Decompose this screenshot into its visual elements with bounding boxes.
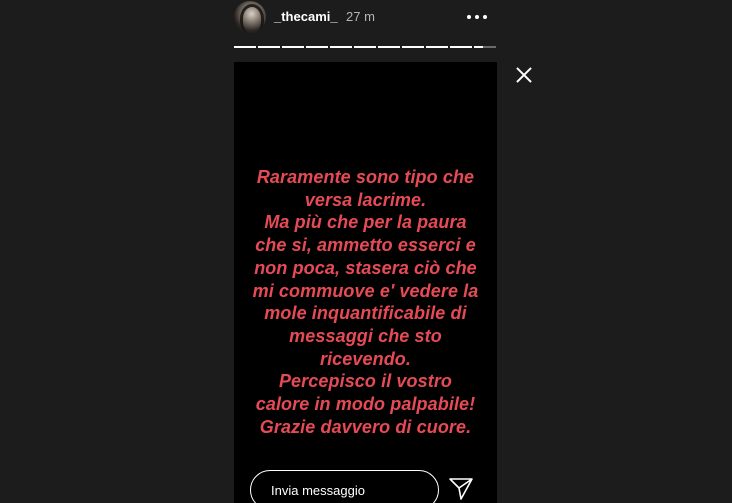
story-line: Grazie davvero di cuore.: [259, 416, 472, 437]
story-line: calore in modo palpabile!: [255, 394, 476, 415]
progress-segment: [354, 46, 376, 48]
story-progress-bar: [234, 46, 496, 49]
progress-segment: [306, 46, 328, 48]
story-line: mi commuove e' vedere la: [252, 280, 479, 301]
close-icon[interactable]: [512, 63, 536, 87]
story-frame[interactable]: Raramente sono tipo che versa lacrime. M…: [234, 62, 497, 503]
story-line: non poca, stasera ciò che: [254, 257, 477, 278]
story-line: ricevendo.: [319, 348, 412, 369]
send-icon[interactable]: [448, 476, 474, 502]
progress-segment: [450, 46, 472, 48]
username[interactable]: _thecami_: [274, 9, 338, 24]
story-line: che si, ammetto esserci e: [255, 235, 476, 256]
progress-segment: [234, 46, 256, 48]
reply-input[interactable]: Invia messaggio: [250, 470, 439, 503]
story-line: Ma più che per la paura: [264, 212, 467, 233]
progress-segment: [282, 46, 304, 48]
story-line: mole inquantificabile di: [264, 303, 467, 324]
progress-segment: [426, 46, 448, 48]
story-line: versa lacrime.: [304, 189, 427, 210]
progress-segment: [378, 46, 400, 48]
progress-segment: [330, 46, 352, 48]
avatar[interactable]: [234, 1, 266, 33]
story-line: Raramente sono tipo che: [256, 167, 475, 187]
progress-segment: [258, 46, 280, 48]
progress-segment-current: [474, 46, 496, 48]
timestamp: 27 m: [346, 9, 375, 24]
story-line: messaggi che sto: [289, 325, 442, 346]
more-options-icon[interactable]: [465, 5, 489, 27]
story-text: Raramente sono tipo che versa lacrime. M…: [234, 166, 497, 438]
story-viewer: _thecami_ 27 m Raramente sono tipo che v…: [0, 0, 732, 503]
progress-segment: [402, 46, 424, 48]
story-line: Percepisco il vostro: [278, 371, 453, 392]
story-header: _thecami_ 27 m: [234, 0, 498, 34]
